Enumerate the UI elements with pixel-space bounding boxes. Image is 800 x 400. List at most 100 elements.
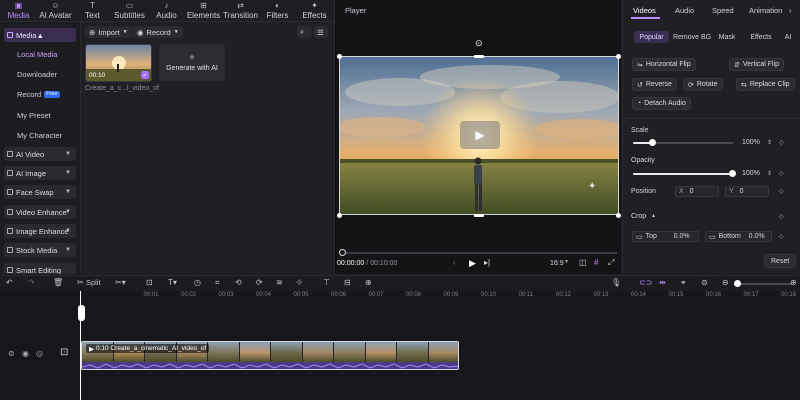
chevron-down-icon[interactable]: ▾ [565,258,568,265]
scale-value[interactable]: 100% [742,139,760,146]
move-icon[interactable]: ✥ [296,278,303,287]
crop-bottom-field[interactable]: ▭ Bottom 0.0% [705,231,772,242]
add-text-icon[interactable]: ⊡ [146,278,153,287]
scrubber-knob[interactable] [339,249,346,256]
player-scrubber[interactable] [341,252,617,254]
export-frame-icon[interactable]: ⊟ [344,278,351,287]
text-tool-icon[interactable]: T▾ [168,278,177,287]
opacity-slider-knob[interactable] [729,170,736,177]
keyframe-diamond-icon[interactable]: ◇ [779,233,784,240]
tab-videos[interactable]: Videos [633,6,656,15]
reset-button[interactable]: Reset [764,254,797,268]
split-button[interactable]: ✂ Split [77,278,101,287]
horizontal-flip-button[interactable]: ⇋ Horizontal Flip [632,58,696,71]
rotate-icon[interactable]: ⟲ [235,278,242,287]
tab-subtitles[interactable]: ▭ Subtitles [111,0,148,22]
speed-icon[interactable]: ◷ [194,278,201,287]
zoom-slider[interactable] [737,283,792,285]
sidebar-item-record[interactable]: Record Free [4,87,76,101]
chevron-up-icon[interactable]: ▲ [651,213,656,219]
opacity-value[interactable]: 100% [742,170,760,177]
scale-slider[interactable] [633,142,733,144]
sidebar-item-local-media[interactable]: Local Media [4,47,76,61]
filter-button[interactable]: ☰ [314,26,328,38]
cut-options-icon[interactable]: ✂▾ [115,278,126,287]
tab-elements[interactable]: ⊞ Elements [185,0,222,22]
keyframe-diamond-icon[interactable]: ◇ [779,139,784,146]
visibility-icon[interactable]: ◉ [22,349,29,358]
reverse-icon[interactable]: ⟳ [256,278,263,287]
sidebar-item-my-character[interactable]: My Character [4,128,76,142]
tab-audio[interactable]: ♪ Audio [148,0,185,22]
replace-clip-button[interactable]: ⇆ Replace Clip [736,78,795,91]
delete-icon[interactable]: 🗑 [53,278,63,287]
caption-icon[interactable]: ⊤ [323,278,330,287]
next-frame-icon[interactable]: ▸| [484,258,490,267]
vertical-flip-button[interactable]: ⇵ Vertical Flip [729,58,785,71]
stepper-icon[interactable]: ⇕ [767,170,772,177]
sidebar-item-face-swap[interactable]: Face Swap ▼ [4,185,76,199]
reverse-button[interactable]: ↺ Reverse [632,78,677,91]
subtab-effects[interactable]: Effects [746,31,776,43]
sidebar-item-image-enhance[interactable]: Image Enhance ▼ [4,224,76,238]
microphone-icon[interactable]: 🎙 [611,278,621,287]
detach-audio-button[interactable]: ◔ Detach Audio [632,97,691,110]
stepper-icon[interactable]: ⇕ [767,139,772,146]
tab-filters[interactable]: ◐ Filters [259,0,296,22]
tab-speed[interactable]: Speed [712,6,734,15]
tab-text[interactable]: T Text [74,0,111,22]
crop-icon[interactable]: ⌗ [215,278,220,288]
grid-icon[interactable]: # [594,258,598,267]
tab-transition[interactable]: ⇄ Transition [222,0,259,22]
ai-tool-icon[interactable]: ⊜ [701,278,708,287]
resize-handle-top-right[interactable] [616,54,621,59]
play-button[interactable]: ▶ [469,258,476,269]
add-media-icon[interactable]: ⊕ [365,278,372,287]
magnet-icon[interactable]: ⊂⊃ [639,278,652,287]
previous-frame-icon[interactable]: ‹ [453,258,456,267]
zoom-in-icon[interactable]: ⊕ [790,278,797,287]
subtab-remove-bg[interactable]: Remove BG [672,31,712,43]
zoom-slider-knob[interactable] [734,280,741,287]
sidebar-item-downloader[interactable]: Downloader [4,67,76,81]
scale-slider-knob[interactable] [649,139,656,146]
video-preview[interactable]: ▶ ✦ [339,56,619,215]
opacity-slider[interactable] [633,173,733,175]
sidebar-item-my-preset[interactable]: My Preset [4,108,76,122]
sidebar-item-video-enhance[interactable]: Video Enhance ▼ [4,205,76,219]
snap-icon[interactable]: ⇹ [659,278,666,287]
play-overlay-icon[interactable]: ▶ [460,121,500,149]
position-y-field[interactable]: Y 0 [725,186,769,197]
more-tabs-icon[interactable]: › [789,6,792,15]
media-thumbnail[interactable]: 00:10 ✓ [85,44,152,82]
zoom-out-icon[interactable]: ⊖ [722,278,729,287]
fullscreen-icon[interactable]: ⤢ [608,258,614,268]
sidebar-item-stock-media[interactable]: Stock Media ▼ [4,243,76,257]
subtab-ai[interactable]: AI [781,31,795,43]
rotate-button[interactable]: ⟳ Rotate [683,78,723,91]
aspect-ratio-select[interactable]: 16:9 [550,260,564,267]
keyframe-diamond-icon[interactable]: ◇ [779,188,784,195]
record-button[interactable]: ◉ Record ▼ [133,26,183,38]
playhead-handle[interactable] [78,305,85,321]
crop-top-field[interactable]: ▭ Top 0.0% [632,231,699,242]
tab-ai-avatar[interactable]: ☺ AI Avatar [37,0,74,22]
tab-media[interactable]: ▣ Media [0,0,37,22]
audio-wave-icon[interactable]: ≋ [276,278,283,287]
sidebar-item-ai-video[interactable]: AI Video ▼ [4,147,76,161]
sidebar-item-ai-image[interactable]: AI Image ▼ [4,166,76,180]
resize-handle-top-left[interactable] [337,54,342,59]
tab-effects[interactable]: ✦ Effects [296,0,333,22]
sidebar-item-smart-editing[interactable]: Smart Editing [4,263,76,274]
keyframe-diamond-icon[interactable]: ◇ [779,170,784,177]
resize-handle-bottom-left[interactable] [337,213,342,218]
tab-audio-props[interactable]: Audio [675,6,694,15]
timeline-video-clip[interactable]: ▶ 0:10 Create_a_cinematic_AI_video_of [81,341,459,370]
resize-handle-bottom[interactable] [474,214,484,217]
lock-track-icon[interactable]: ⊜ [8,349,15,358]
generate-with-ai-button[interactable]: ✧ Generate with AI [159,44,225,81]
link-icon[interactable]: ⚭ [680,278,687,287]
resize-handle-bottom-right[interactable] [616,213,621,218]
keyframe-diamond-icon[interactable]: ◇ [779,213,784,220]
redo-icon[interactable]: ↷ [28,278,35,287]
